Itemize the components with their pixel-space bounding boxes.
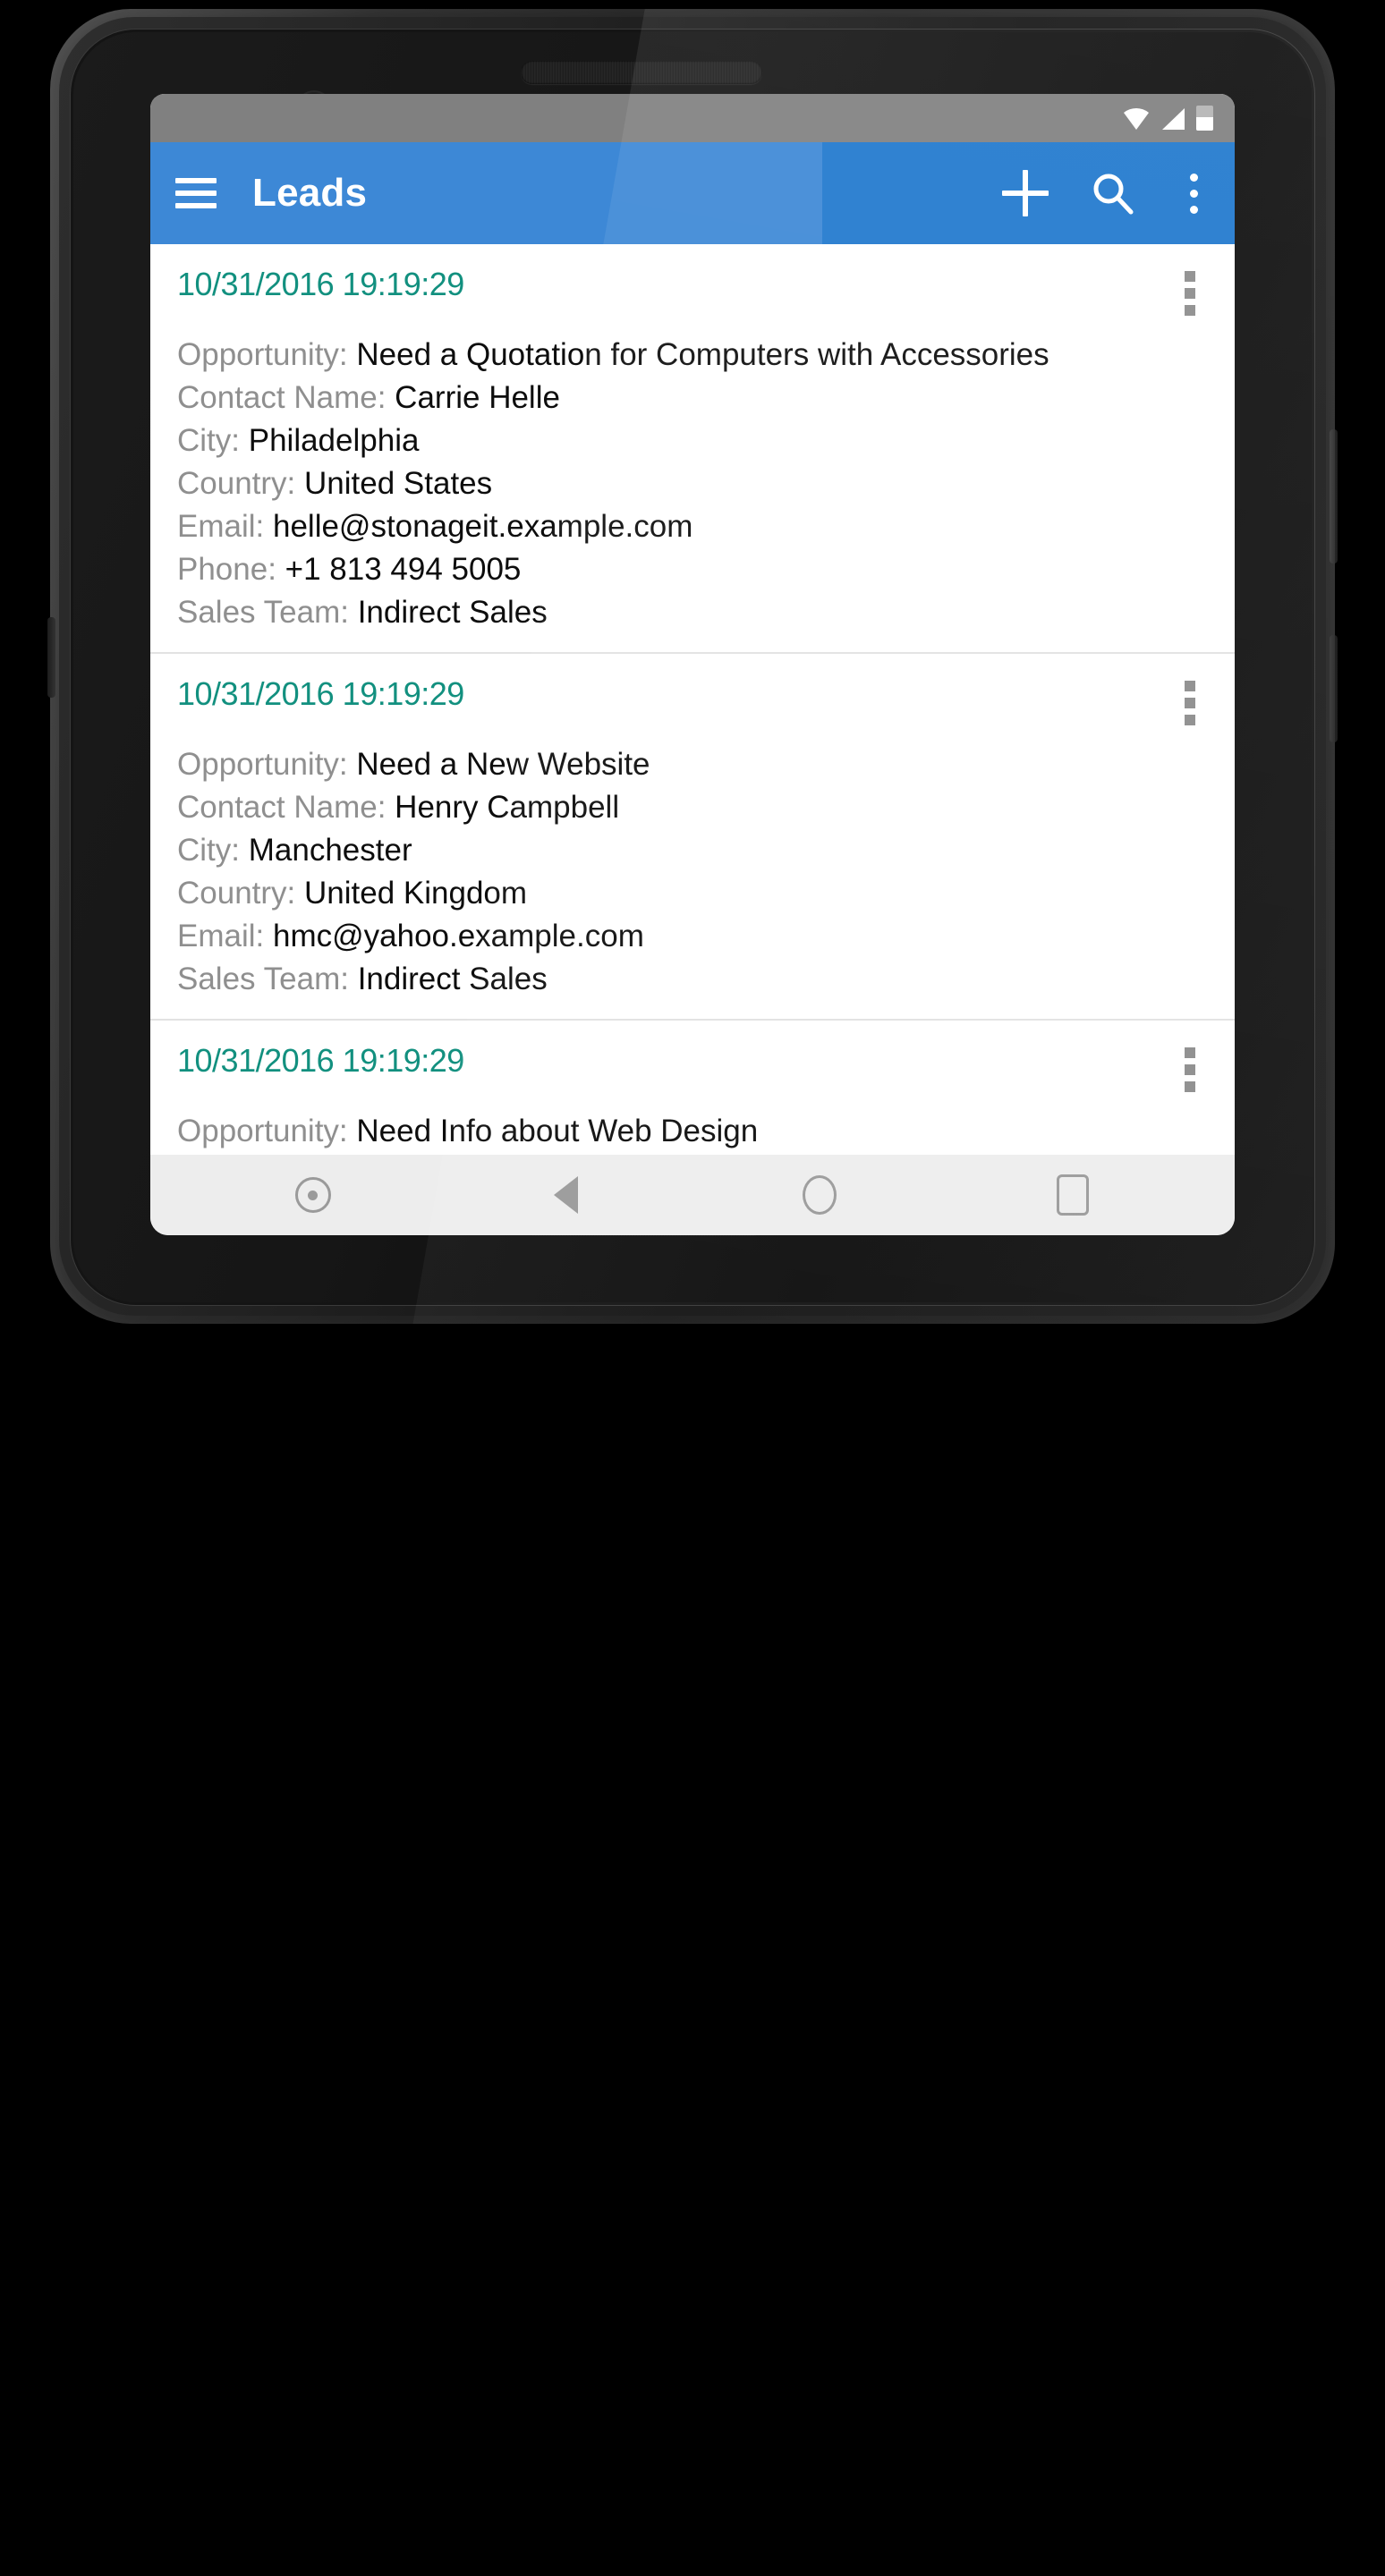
battery-icon [1196, 106, 1213, 131]
field-value: United States [304, 466, 493, 501]
kebab-menu-icon[interactable] [1176, 170, 1211, 216]
field-label: Opportunity: [177, 1114, 348, 1148]
field-label: Contact Name: [177, 380, 387, 415]
recents-square-icon [1056, 1174, 1089, 1216]
field-contact-name: Contact Name: John Miller [177, 1153, 1208, 1155]
field-label: Email: [177, 509, 265, 544]
battery-fill [1196, 117, 1213, 131]
row-overflow-icon[interactable] [1185, 681, 1195, 725]
back-button[interactable] [541, 1170, 591, 1220]
field-phone: Phone: +1 813 494 5005 [177, 548, 1208, 591]
field-sales-team: Sales Team: Indirect Sales [177, 958, 1208, 1001]
field-value: Carrie Helle [395, 380, 560, 415]
lead-list-item[interactable]: 10/31/2016 19:19:29 Opportunity: Need a … [150, 244, 1235, 654]
field-contact-name: Contact Name: Carrie Helle [177, 377, 1208, 419]
lead-timestamp: 10/31/2016 19:19:29 [177, 1042, 464, 1079]
field-value: Indirect Sales [357, 595, 548, 630]
android-navigation-bar [150, 1155, 1235, 1235]
assistant-circle-icon [294, 1177, 331, 1213]
power-button[interactable] [1330, 429, 1338, 564]
card-header: 10/31/2016 19:19:29 [177, 266, 1208, 316]
app-bar: Leads [150, 142, 1235, 244]
field-label: Country: [177, 876, 296, 911]
back-triangle-icon [554, 1176, 578, 1214]
home-circle-icon [802, 1175, 837, 1215]
field-email: Email: helle@stonageit.example.com [177, 505, 1208, 548]
earpiece-speaker [521, 61, 762, 84]
field-opportunity: Opportunity: Need Info about Web Design [177, 1110, 1208, 1153]
lead-timestamp: 10/31/2016 19:19:29 [177, 675, 464, 712]
field-value: Manchester [248, 833, 412, 868]
card-header: 10/31/2016 19:19:29 [177, 675, 1208, 725]
field-label: Contact Name: [177, 790, 387, 825]
field-label: Phone: [177, 552, 276, 587]
field-city: City: Philadelphia [177, 419, 1208, 462]
recents-button[interactable] [1048, 1170, 1098, 1220]
field-country: Country: United States [177, 462, 1208, 505]
card-header: 10/31/2016 19:19:29 [177, 1042, 1208, 1092]
lead-fields: Opportunity: Need a Quotation for Comput… [177, 334, 1208, 634]
lead-list-item[interactable]: 10/31/2016 19:19:29 Opportunity: Need In… [150, 1021, 1235, 1155]
field-value: +1 813 494 5005 [285, 552, 522, 587]
field-label: Country: [177, 466, 296, 501]
field-value: Need a Quotation for Computers with Acce… [356, 337, 1049, 372]
home-button[interactable] [794, 1170, 845, 1220]
field-value: Need Info about Web Design [356, 1114, 759, 1148]
field-label: Sales Team: [177, 595, 349, 630]
field-value: Philadelphia [248, 423, 420, 458]
lead-timestamp: 10/31/2016 19:19:29 [177, 266, 464, 302]
field-email: Email: hmc@yahoo.example.com [177, 915, 1208, 958]
field-value: Need a New Website [356, 747, 650, 782]
phone-device-frame: Leads 10/31/2016 19:19:29 Opportunity: N… [47, 9, 1338, 1333]
field-value: helle@stonageit.example.com [272, 509, 693, 544]
phone-screen: Leads 10/31/2016 19:19:29 Opportunity: N… [150, 94, 1235, 1235]
hamburger-menu-icon[interactable] [175, 178, 217, 208]
field-value: United Kingdom [304, 876, 528, 911]
lead-list[interactable]: 10/31/2016 19:19:29 Opportunity: Need a … [150, 244, 1235, 1155]
field-label: Sales Team: [177, 962, 349, 996]
field-opportunity: Opportunity: Need a New Website [177, 743, 1208, 786]
field-label: Email: [177, 919, 265, 953]
status-bar [150, 94, 1235, 142]
field-opportunity: Opportunity: Need a Quotation for Comput… [177, 334, 1208, 377]
wifi-icon [1123, 107, 1150, 131]
field-value: Henry Campbell [395, 790, 620, 825]
field-contact-name: Contact Name: Henry Campbell [177, 786, 1208, 829]
lead-fields: Opportunity: Need Info about Web Design … [177, 1110, 1208, 1155]
status-icons [1123, 106, 1213, 131]
field-label: Opportunity: [177, 747, 348, 782]
field-label: City: [177, 833, 240, 868]
left-side-button[interactable] [47, 617, 55, 698]
field-sales-team: Sales Team: Indirect Sales [177, 591, 1208, 634]
field-city: City: Manchester [177, 829, 1208, 872]
page-title: Leads [252, 171, 368, 215]
field-label: Opportunity: [177, 337, 348, 372]
field-value: hmc@yahoo.example.com [272, 919, 644, 953]
field-value: Indirect Sales [357, 962, 548, 996]
lead-fields: Opportunity: Need a New Website Contact … [177, 743, 1208, 1001]
row-overflow-icon[interactable] [1185, 271, 1195, 316]
field-label: City: [177, 423, 240, 458]
field-country: Country: United Kingdom [177, 872, 1208, 915]
assistant-button[interactable] [288, 1170, 338, 1220]
search-icon[interactable] [1090, 170, 1136, 216]
row-overflow-icon[interactable] [1185, 1047, 1195, 1092]
lead-list-item[interactable]: 10/31/2016 19:19:29 Opportunity: Need a … [150, 654, 1235, 1021]
cellular-signal-icon [1160, 107, 1185, 131]
plus-icon[interactable] [1002, 170, 1049, 216]
volume-button[interactable] [1330, 635, 1338, 742]
